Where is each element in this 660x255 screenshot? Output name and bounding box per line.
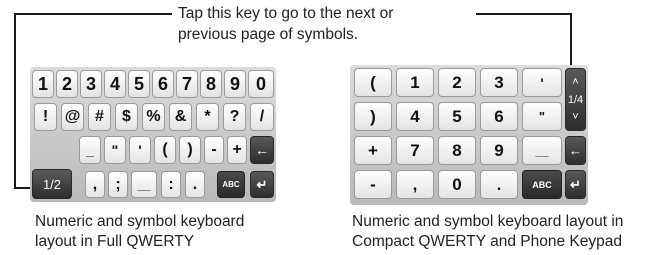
key-space[interactable]: __ — [131, 171, 157, 198]
key-question[interactable]: ? — [223, 103, 246, 131]
key-single-quote[interactable]: ' — [129, 136, 151, 164]
key-ampersand[interactable]: & — [169, 103, 192, 131]
callout-connector-right-vertical — [570, 13, 572, 65]
key-hash[interactable]: # — [88, 103, 111, 131]
key-close-paren[interactable]: ) — [179, 136, 201, 164]
key-double-quote[interactable]: " — [104, 136, 126, 164]
key-2[interactable]: 2 — [438, 68, 476, 97]
key-6[interactable]: 6 — [152, 70, 174, 98]
key-percent[interactable]: % — [142, 103, 165, 131]
enter-icon: ↵ — [256, 176, 268, 192]
key-minus[interactable]: - — [354, 170, 392, 199]
key-semicolon[interactable]: ; — [108, 171, 128, 198]
abc-key[interactable]: ABC — [522, 170, 562, 199]
enter-key[interactable]: ↵ — [250, 171, 274, 198]
key-colon[interactable]: : — [161, 171, 181, 198]
key-2[interactable]: 2 — [56, 70, 78, 98]
compact-symbol-keyboard: ( 1 2 3 ' ˄ 1/4 ˅ ) 4 5 6 " + 7 8 9 __ ←… — [350, 65, 588, 205]
backspace-icon: ← — [569, 143, 582, 158]
key-plus[interactable]: + — [227, 136, 247, 164]
key-comma[interactable]: , — [85, 171, 105, 198]
key-3[interactable]: 3 — [80, 70, 102, 98]
key-1[interactable]: 1 — [396, 68, 434, 97]
key-7[interactable]: 7 — [396, 136, 434, 165]
key-5[interactable]: 5 — [128, 70, 150, 98]
callout-connector-right-horizontal — [476, 13, 572, 15]
page-indicator: 1/4 — [567, 93, 584, 106]
page-toggle-key[interactable]: 1/2 — [32, 169, 72, 199]
key-open-paren[interactable]: ( — [354, 68, 392, 97]
key-7[interactable]: 7 — [176, 70, 198, 98]
key-period[interactable]: . — [480, 170, 518, 199]
key-close-paren[interactable]: ) — [354, 102, 392, 131]
chevron-up-icon: ˄ — [572, 75, 579, 88]
right-caption: Numeric and symbol keyboard layout in Co… — [352, 212, 623, 252]
key-8[interactable]: 8 — [200, 70, 222, 98]
full-qwerty-symbol-keyboard: 1 2 3 4 5 6 7 8 9 0 ! @ # $ % & * ? / _ … — [30, 67, 276, 202]
left-caption: Numeric and symbol keyboard layout in Fu… — [35, 212, 244, 252]
key-space[interactable]: __ — [522, 136, 562, 165]
key-6[interactable]: 6 — [480, 102, 518, 131]
callout-connector-left-horizontal — [14, 13, 172, 15]
callout-text: Tap this key to go to the next or previo… — [178, 3, 393, 45]
key-3[interactable]: 3 — [480, 68, 518, 97]
key-at[interactable]: @ — [61, 103, 84, 131]
key-double-quote[interactable]: " — [522, 102, 562, 131]
key-9[interactable]: 9 — [224, 70, 246, 98]
backspace-key[interactable]: ← — [565, 136, 586, 165]
key-period[interactable]: . — [185, 171, 205, 198]
key-exclamation[interactable]: ! — [34, 103, 57, 131]
key-4[interactable]: 4 — [396, 102, 434, 131]
callout-connector-left-vertical — [14, 13, 16, 189]
abc-key[interactable]: ABC — [217, 171, 245, 198]
key-1[interactable]: 1 — [32, 70, 54, 98]
key-slash[interactable]: / — [250, 103, 274, 131]
right-caption-line-2: Compact QWERTY and Phone Keypad — [352, 233, 622, 250]
key-minus[interactable]: - — [204, 136, 224, 164]
left-caption-line-2: layout in Full QWERTY — [35, 233, 195, 250]
callout-line-2: previous page of symbols. — [178, 26, 359, 43]
key-4[interactable]: 4 — [104, 70, 126, 98]
key-5[interactable]: 5 — [438, 102, 476, 131]
key-single-quote[interactable]: ' — [522, 68, 562, 97]
backspace-icon: ← — [255, 142, 269, 158]
key-0[interactable]: 0 — [438, 170, 476, 199]
enter-icon: ↵ — [570, 176, 581, 192]
backspace-key[interactable]: ← — [250, 136, 274, 164]
chevron-down-icon: ˅ — [572, 110, 579, 123]
key-dollar[interactable]: $ — [115, 103, 138, 131]
key-8[interactable]: 8 — [438, 136, 476, 165]
enter-key[interactable]: ↵ — [565, 170, 586, 199]
callout-line-1: Tap this key to go to the next or — [178, 5, 394, 22]
key-asterisk[interactable]: * — [196, 103, 219, 131]
key-0[interactable]: 0 — [248, 70, 274, 98]
page-toggle-key[interactable]: ˄ 1/4 ˅ — [565, 68, 586, 131]
key-plus[interactable]: + — [354, 136, 392, 165]
key-underscore[interactable]: _ — [79, 136, 101, 164]
left-caption-line-1: Numeric and symbol keyboard — [35, 213, 245, 230]
key-open-paren[interactable]: ( — [154, 136, 176, 164]
right-caption-line-1: Numeric and symbol keyboard layout in — [352, 213, 624, 230]
key-9[interactable]: 9 — [480, 136, 518, 165]
key-comma[interactable]: , — [396, 170, 434, 199]
